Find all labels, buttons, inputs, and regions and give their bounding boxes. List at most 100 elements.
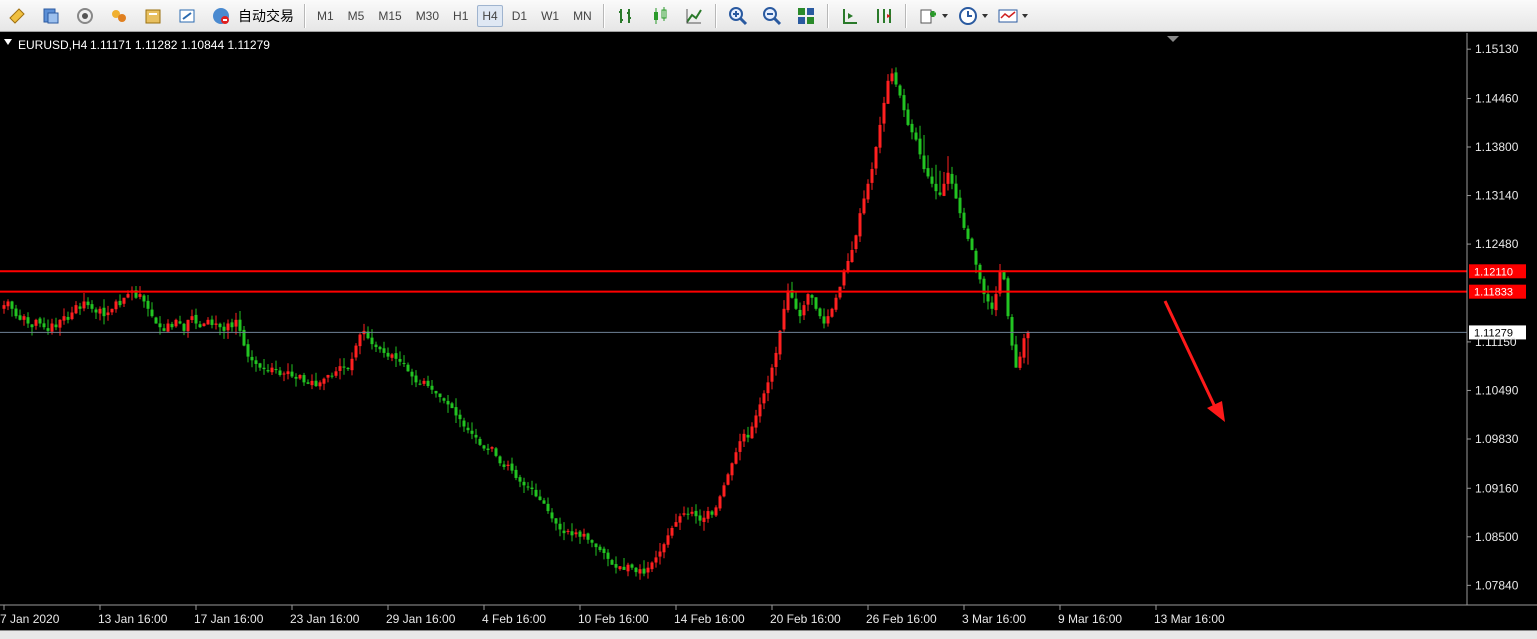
candle-body — [510, 463, 514, 471]
candle-body — [322, 378, 326, 384]
candle-body — [666, 535, 670, 545]
chart-shift-icon[interactable] — [838, 4, 862, 28]
tf-m15[interactable]: M15 — [373, 5, 406, 27]
candle-body — [166, 323, 170, 332]
candle-body — [1022, 338, 1026, 358]
chart-menu-icon[interactable] — [4, 39, 12, 45]
tf-mn[interactable]: MN — [568, 5, 597, 27]
signal-icon[interactable] — [73, 4, 97, 28]
candle-body — [538, 496, 542, 501]
candle-body — [766, 382, 770, 394]
candle-body — [834, 297, 838, 310]
candle-body — [762, 393, 766, 404]
line-chart-icon[interactable] — [682, 4, 706, 28]
x-tick-label: 20 Feb 16:00 — [770, 612, 841, 626]
candlestick-icon[interactable] — [648, 4, 672, 28]
candle-body — [1010, 317, 1014, 346]
candle-body — [378, 346, 382, 350]
candle-body — [582, 533, 586, 537]
indicators-icon[interactable] — [916, 4, 940, 28]
chevron-down-icon[interactable] — [1021, 4, 1029, 28]
candle-body — [394, 353, 398, 359]
candle-body — [814, 297, 818, 309]
price-tag-label: 1.11833 — [1474, 287, 1513, 299]
candle-body — [598, 546, 602, 551]
chevron-down-icon[interactable] — [981, 4, 989, 28]
y-tick-label: 1.10490 — [1475, 383, 1519, 397]
candle-body — [750, 426, 754, 439]
candle-body — [938, 192, 942, 195]
candle-body — [118, 300, 122, 306]
candle-body — [530, 487, 534, 489]
candlestick-chart[interactable]: 1.121101.118331.112791.151301.144601.138… — [0, 33, 1537, 638]
tf-m30[interactable]: M30 — [411, 5, 444, 27]
candle-body — [554, 518, 558, 524]
candle-body — [754, 415, 758, 428]
candle-body — [478, 438, 482, 445]
zoom-in-icon[interactable] — [726, 4, 750, 28]
candle-body — [878, 124, 882, 148]
tf-m5[interactable]: M5 — [343, 5, 370, 27]
periods-icon[interactable] — [956, 4, 980, 28]
tf-d1[interactable]: D1 — [507, 5, 532, 27]
new-order-icon[interactable] — [5, 4, 29, 28]
candle-body — [898, 85, 902, 96]
autoscroll-icon[interactable] — [872, 4, 896, 28]
candle-body — [678, 516, 682, 523]
candle-body — [450, 403, 454, 409]
candle-body — [146, 300, 150, 309]
candle-body — [646, 567, 650, 573]
candle-body — [470, 430, 474, 434]
y-tick-label: 1.09830 — [1475, 432, 1519, 446]
candle-body — [54, 324, 58, 328]
candle-body — [458, 414, 462, 420]
candle-body — [194, 314, 198, 324]
experts-icon[interactable] — [107, 4, 131, 28]
candle-body — [402, 362, 406, 364]
fullscreen-icon[interactable] — [175, 4, 199, 28]
auto-trade-button[interactable]: 自动交易 — [204, 4, 294, 28]
candle-body — [206, 319, 210, 325]
candle-body — [866, 183, 870, 200]
templates-icon[interactable] — [996, 4, 1020, 28]
tf-m1[interactable]: M1 — [312, 5, 339, 27]
candle-body — [674, 522, 678, 527]
candle-body — [986, 294, 990, 302]
candle-body — [358, 334, 362, 347]
candle-body — [342, 366, 346, 368]
candle-body — [1026, 332, 1030, 339]
candle-body — [210, 319, 214, 325]
tf-h1[interactable]: H1 — [448, 5, 473, 27]
tf-h4[interactable]: H4 — [477, 4, 503, 27]
zoom-out-icon[interactable] — [760, 4, 784, 28]
candle-body — [822, 316, 826, 324]
candle-body — [958, 197, 962, 214]
y-tick-label: 1.12480 — [1475, 237, 1519, 251]
candle-body — [810, 295, 814, 298]
candle-body — [330, 375, 334, 377]
bar-chart-icon[interactable] — [614, 4, 638, 28]
candle-body — [914, 132, 918, 140]
candle-body — [170, 323, 174, 328]
tile-windows-icon[interactable] — [794, 4, 818, 28]
candle-body — [34, 319, 38, 326]
chart-area[interactable]: 1.12110 1.11833 1.11279 1.15130 1.14460 1.138… — [0, 33, 1537, 638]
tf-w1[interactable]: W1 — [536, 5, 564, 27]
price-tag-label: 1.12110 — [1474, 266, 1513, 278]
candle-body — [734, 452, 738, 464]
candle-body — [30, 324, 34, 328]
candle-body — [266, 370, 270, 372]
candle-body — [698, 515, 702, 521]
candle-body — [946, 172, 950, 184]
profiles-icon[interactable] — [39, 4, 63, 28]
chevron-down-icon[interactable] — [941, 4, 949, 28]
candle-body — [94, 309, 98, 313]
candle-body — [334, 371, 338, 376]
candle-body — [710, 511, 714, 515]
candle-body — [350, 358, 354, 371]
candle-body — [954, 183, 958, 199]
candle-body — [806, 294, 810, 305]
terminal-icon[interactable] — [141, 4, 165, 28]
candle-body — [254, 360, 258, 364]
candle-body — [18, 315, 22, 320]
